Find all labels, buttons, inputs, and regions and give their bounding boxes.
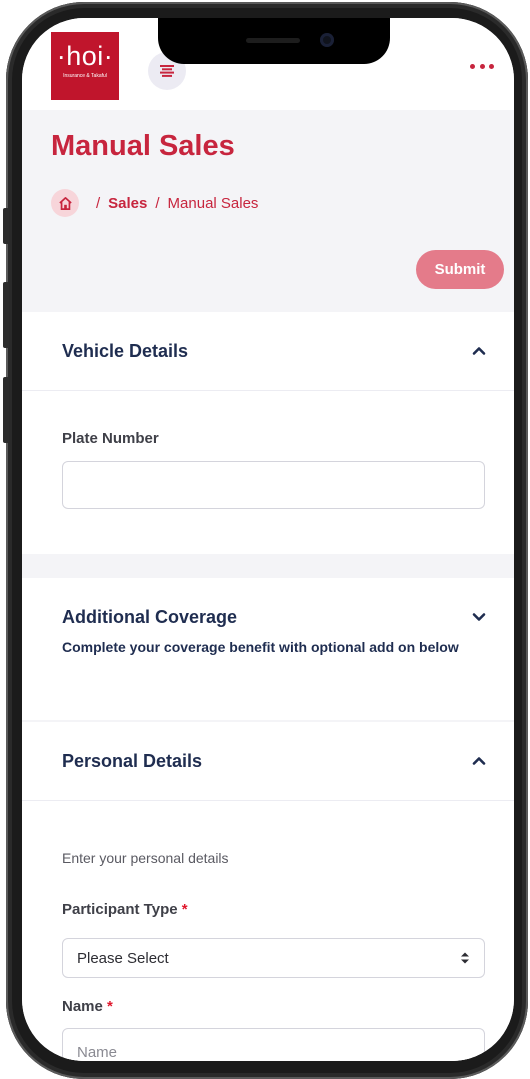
- breadcrumb: / Sales / Manual Sales: [51, 189, 258, 217]
- more-options-button[interactable]: [470, 56, 494, 76]
- plate-number-label: Plate Number: [62, 430, 159, 447]
- phone-volume-up: [3, 282, 9, 348]
- plate-number-input[interactable]: [62, 461, 485, 509]
- more-dots-icon: [489, 63, 494, 69]
- personal-details-title: Personal Details: [62, 750, 203, 771]
- submit-button[interactable]: Submit: [416, 250, 504, 289]
- more-dots-icon: [479, 63, 485, 69]
- vehicle-details-card: Vehicle Details Plate Number: [22, 312, 514, 554]
- vehicle-details-title: Vehicle Details: [62, 340, 189, 361]
- select-arrows-icon: [461, 952, 469, 964]
- additional-coverage-title: Additional Coverage: [62, 606, 238, 627]
- required-marker: *: [181, 901, 188, 918]
- brand-logo[interactable]: ·hoi· Insurance & Takaful: [51, 32, 119, 100]
- participant-type-value: Please Select: [77, 949, 169, 967]
- chevron-up-icon[interactable]: [471, 343, 487, 359]
- logo-tagline: Insurance & Takaful: [63, 73, 107, 79]
- phone-volume-down: [3, 377, 9, 443]
- required-marker: *: [107, 998, 113, 1015]
- phone-screen: ·hoi· Insurance & Takaful Manual Sales /…: [22, 18, 514, 1061]
- more-dots-icon: [470, 63, 475, 69]
- breadcrumb-separator: /: [96, 194, 101, 212]
- participant-type-label: Participant Type *: [62, 901, 188, 918]
- name-input[interactable]: [62, 1028, 485, 1061]
- chevron-down-icon[interactable]: [471, 609, 487, 625]
- speaker-grille: [246, 38, 300, 43]
- page-title: Manual Sales: [51, 130, 235, 162]
- personal-details-card: Personal Details Enter your personal det…: [22, 722, 514, 1061]
- logo-wordmark: ·hoi·: [56, 41, 114, 71]
- name-label: Name *: [62, 998, 113, 1015]
- participant-type-select[interactable]: Please Select: [62, 938, 485, 978]
- participant-type-label-text: Participant Type: [62, 901, 178, 918]
- breadcrumb-separator: /: [155, 194, 160, 212]
- additional-coverage-card: Additional Coverage Complete your covera…: [22, 578, 514, 720]
- breadcrumb-home-link[interactable]: [51, 189, 79, 217]
- phone-silent-switch: [3, 208, 9, 244]
- personal-details-header[interactable]: Personal Details: [22, 722, 514, 800]
- card-divider: [22, 800, 514, 801]
- phone-notch: [158, 18, 390, 64]
- front-camera: [320, 33, 334, 47]
- additional-coverage-description: Complete your coverage benefit with opti…: [62, 639, 459, 655]
- breadcrumb-current: Manual Sales: [167, 194, 259, 212]
- chevron-up-icon[interactable]: [471, 753, 487, 769]
- name-label-text: Name: [62, 998, 103, 1015]
- vehicle-details-header[interactable]: Vehicle Details: [22, 312, 514, 390]
- home-icon: [58, 196, 72, 210]
- personal-details-intro: Enter your personal details: [62, 850, 229, 866]
- breadcrumb-sales-link[interactable]: Sales: [108, 195, 147, 212]
- hamburger-icon: [160, 65, 174, 77]
- card-divider: [22, 390, 514, 391]
